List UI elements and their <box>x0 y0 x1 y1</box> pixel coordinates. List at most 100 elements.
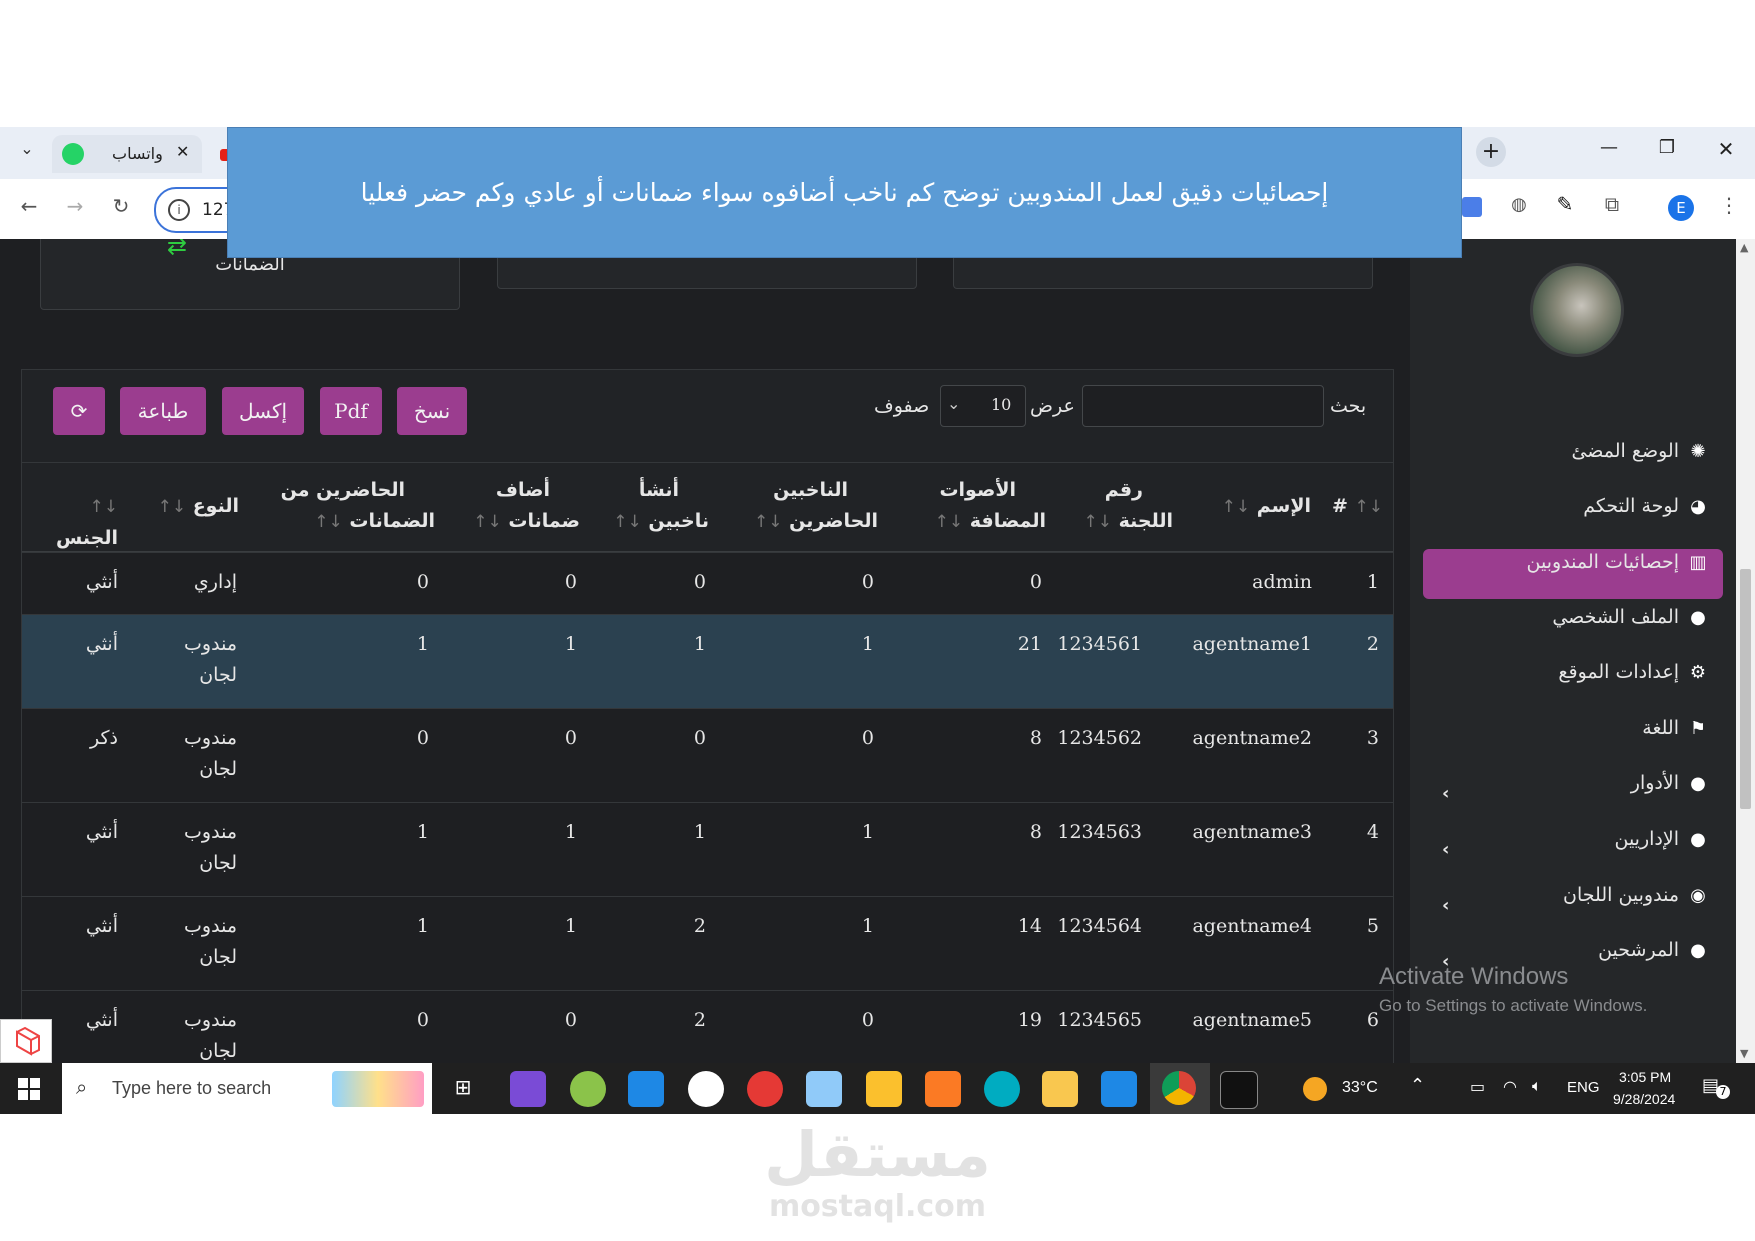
browser-tab-whatsapp[interactable]: واتساب ✕ <box>52 135 202 173</box>
activate-windows-title: Activate Windows <box>1379 963 1569 990</box>
table-row[interactable]: 2 agentname1 1234561 21 1 1 1 1 مندوب لجا… <box>22 614 1393 709</box>
sidebar-item-agent-stats[interactable]: ▥ إحصائيات المندوبين <box>1527 542 1709 582</box>
terminal-taskbar-icon[interactable] <box>1220 1071 1258 1109</box>
table-row[interactable]: 4 agentname3 1234563 8 1 1 1 1 مندوب لجان… <box>22 802 1393 897</box>
close-window-icon[interactable]: ✕ <box>1711 137 1741 161</box>
translate-icon[interactable] <box>1462 197 1482 217</box>
sidebar-item-committee-agents[interactable]: ◉ مندوبين اللجان <box>1563 875 1709 915</box>
pdf-button[interactable]: Pdf <box>320 387 382 435</box>
tab-close-icon[interactable]: ✕ <box>176 142 189 161</box>
task-view-icon[interactable]: ⊞ <box>448 1075 478 1099</box>
scroll-up-icon[interactable]: ▲ <box>1740 241 1748 254</box>
app-blue-taskbar-icon[interactable] <box>628 1071 664 1107</box>
user-circle-icon: ◉ <box>1690 884 1706 906</box>
chevron-left-icon[interactable]: ‹ <box>1442 839 1449 860</box>
eyedropper-extension-icon[interactable]: ✎ <box>1550 192 1580 216</box>
volume-icon[interactable]: 🔈︎ <box>1532 1076 1542 1096</box>
table-row[interactable]: 3 agentname2 1234562 8 0 0 0 0 مندوب لجان… <box>22 708 1393 803</box>
header-added-votes[interactable]: الأصوات ↑↓ المضافة <box>935 475 1046 538</box>
game-taskbar-icon[interactable] <box>747 1071 783 1107</box>
header-added-guarantees[interactable]: أضاف ↑↓ ضمانات <box>473 475 580 538</box>
user-avatar[interactable] <box>1530 263 1624 357</box>
sidebar-item-admins[interactable]: ● الإداريين <box>1614 819 1709 859</box>
clock-date[interactable]: 9/28/2024 <box>1613 1091 1675 1107</box>
chrome-taskbar-active[interactable] <box>1150 1063 1210 1114</box>
browser-tab-2[interactable] <box>206 135 232 173</box>
chevron-left-icon[interactable]: ‹ <box>1442 895 1449 916</box>
page-size-select[interactable]: ⌄ 10 <box>940 385 1026 427</box>
chevron-left-icon[interactable]: ‹ <box>1442 783 1449 804</box>
extensions-icon[interactable]: ⧉ <box>1597 192 1627 216</box>
language-indicator[interactable]: ENG <box>1567 1079 1600 1096</box>
header-name[interactable]: ↑↓ الإسم <box>1222 491 1311 523</box>
tray-chevron-up-icon[interactable]: ⌃ <box>1410 1075 1425 1096</box>
taskbar-search-placeholder: Type here to search <box>112 1078 272 1098</box>
cell-name: agentname4 <box>1192 915 1312 937</box>
refresh-icon: ⟳ <box>70 399 88 423</box>
cell-gender: أنثي <box>85 821 118 843</box>
notes-taskbar-icon[interactable] <box>806 1071 842 1107</box>
table-row[interactable]: 1 admin 0 0 0 0 0 إداري أنثي <box>22 552 1393 615</box>
search-label: بحث <box>1330 395 1367 417</box>
sidebar-item-dashboard[interactable]: ◕ لوحة التحكم <box>1583 486 1709 526</box>
header-type[interactable]: ↑↓ النوع <box>158 491 239 523</box>
clock-time[interactable]: 3:05 PM <box>1619 1069 1671 1085</box>
notification-center-icon[interactable]: ▤ 7 <box>1702 1075 1730 1101</box>
back-icon[interactable]: ← <box>14 194 44 218</box>
scroll-down-icon[interactable]: ▼ <box>1740 1047 1748 1060</box>
forward-icon[interactable]: → <box>60 194 90 218</box>
file-explorer-taskbar-icon[interactable] <box>1042 1071 1078 1107</box>
header-num[interactable]: # ↑↓ <box>1332 491 1383 523</box>
browser-app-taskbar-icon[interactable] <box>984 1071 1020 1107</box>
cell-guar: 0 <box>564 1009 577 1031</box>
print-button[interactable]: طباعة <box>120 387 206 435</box>
sidebar-item-roles[interactable]: ● الأدوار <box>1631 763 1709 803</box>
table-row[interactable]: 5 agentname4 1234564 14 1 2 1 1 مندوب لجا… <box>22 896 1393 991</box>
sidebar-item-language[interactable]: ⚑ اللغة <box>1642 708 1709 748</box>
sidebar-item-site-settings[interactable]: ⚙ إعدادات الموقع <box>1558 652 1709 692</box>
duck-app-taskbar-icon[interactable] <box>866 1071 902 1107</box>
gears-icon: ⚙ <box>1689 661 1707 683</box>
header-committee[interactable]: رقم ↑↓ اللجنة <box>1084 475 1174 538</box>
reload-icon[interactable]: ↻ <box>106 194 136 218</box>
sidebar-item-light-mode[interactable]: ✺ الوضع المضئ <box>1571 431 1709 471</box>
site-info-icon[interactable]: i <box>168 199 190 221</box>
mouse-extension-icon[interactable]: ◍ <box>1504 194 1534 215</box>
users-icon: ● <box>1690 939 1706 961</box>
address-bar[interactable]: i 127 <box>154 187 238 233</box>
sidebar-item-candidates[interactable]: ● المرشحين <box>1598 930 1709 970</box>
cloud-taskbar-icon[interactable] <box>570 1071 606 1107</box>
flag-icon: ⚑ <box>1689 717 1707 739</box>
header-gender[interactable]: ↑↓ الجنس <box>22 491 118 554</box>
xampp-taskbar-icon[interactable] <box>925 1071 961 1107</box>
refresh-button[interactable]: ⟳ <box>53 387 105 435</box>
profile-avatar[interactable]: E <box>1668 195 1694 221</box>
restore-icon[interactable]: ❐ <box>1652 137 1682 158</box>
windows-taskbar: ⌕ Type here to search ⊞ 33°C ⌃ ▭ ◠ 🔈︎ EN… <box>0 1063 1755 1114</box>
menu-kebab-icon[interactable]: ⋮ <box>1714 193 1744 217</box>
copy-button[interactable]: نسخ <box>397 387 467 435</box>
battery-icon[interactable]: ▭ <box>1470 1077 1485 1096</box>
header-created-voters[interactable]: أنشأ ↑↓ ناخبين <box>613 475 709 538</box>
tab-list-chevron-icon[interactable]: ⌄ <box>12 139 42 158</box>
header-present-guarantees[interactable]: الحاضرين من ↑↓ الضمانات <box>281 475 435 538</box>
wifi-icon[interactable]: ◠ <box>1503 1077 1517 1096</box>
table-row[interactable]: 6 agentname5 1234565 19 0 2 0 0 مندوب لجا… <box>22 990 1393 1063</box>
windows-start-icon[interactable] <box>18 1078 40 1100</box>
search-input[interactable] <box>1082 385 1324 427</box>
cell-present: 0 <box>861 727 874 749</box>
minimize-icon[interactable]: — <box>1594 137 1624 158</box>
video-editor-taskbar-icon[interactable] <box>510 1071 546 1107</box>
cell-gender: أنثي <box>85 633 118 655</box>
weather-temp[interactable]: 33°C <box>1342 1079 1378 1097</box>
taskbar-search-box[interactable]: ⌕ Type here to search <box>62 1063 432 1114</box>
pie-app-taskbar-icon[interactable] <box>688 1071 724 1107</box>
header-present-voters[interactable]: الناخبين ↑↓ الحاضرين <box>754 475 878 538</box>
new-tab-icon[interactable]: + <box>1476 137 1506 167</box>
excel-button[interactable]: إكسل <box>222 387 304 435</box>
cell-committee: 1234563 <box>1057 821 1142 843</box>
vscode-taskbar-icon[interactable] <box>1101 1071 1137 1107</box>
sidebar-item-profile[interactable]: ● الملف الشخصي <box>1552 597 1709 637</box>
scrollbar-thumb[interactable] <box>1740 569 1751 809</box>
scrollbar[interactable]: ▲ ▼ <box>1736 239 1755 1063</box>
